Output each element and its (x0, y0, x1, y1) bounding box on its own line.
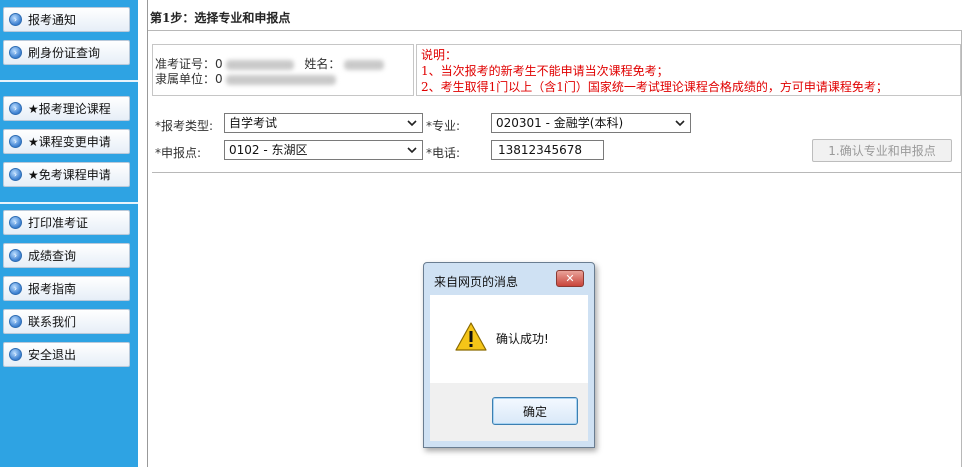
warning-icon (455, 322, 487, 351)
arrow-circle-icon: › (9, 249, 22, 262)
arrow-circle-icon: › (9, 135, 22, 148)
dialog-titlebar[interactable]: 来自网页的消息 ✕ (424, 263, 594, 295)
sidebar-separator (0, 80, 138, 82)
arrow-circle-icon: › (9, 315, 22, 328)
unit-label: 隶属单位： (155, 72, 216, 86)
arrow-circle-icon: › (9, 216, 22, 229)
sidebar-item-course-change[interactable]: › ★课程变更申请 (3, 129, 130, 154)
sidebar-item-label: 成绩查询 (28, 249, 77, 263)
phone-label: *电话: (426, 146, 461, 160)
sidebar-item-course-exemption[interactable]: › ★免考课程申请 (3, 162, 130, 187)
arrow-circle-icon: › (9, 348, 22, 361)
exam-type-select[interactable]: 自学考试 (224, 113, 423, 133)
exam-number-value: 0 (215, 57, 223, 71)
notes-box: 说明： 1、当次报考的新考生不能申请当次课程免考； 2、考生取得1门以上（含1门… (416, 44, 961, 96)
notes-line-2: 2、考生取得1门以上（含1门）国家统一考试理论课程合格成绩的，方可申请课程免考； (421, 80, 888, 94)
sidebar-item-register-courses[interactable]: › ★报考理论课程 (3, 96, 130, 121)
sidebar-item-score-query[interactable]: › 成绩查询 (3, 243, 130, 268)
arrow-circle-icon: › (9, 282, 22, 295)
arrow-circle-icon: › (9, 13, 22, 26)
sidebar-item-label: ★课程变更申请 (28, 135, 111, 149)
major-select[interactable]: 020301 - 金融学(本科) (491, 113, 691, 133)
arrow-circle-icon: › (9, 46, 22, 59)
sidebar-item-exam-guide[interactable]: › 报考指南 (3, 276, 130, 301)
arrow-circle-icon: › (9, 102, 22, 115)
chevron-down-icon (407, 120, 417, 127)
redacted-unit (226, 74, 337, 85)
page-title: 第1步：选择专业和申报点 (150, 11, 291, 25)
sidebar-item-logout[interactable]: › 安全退出 (3, 342, 130, 367)
sidebar-item-label: 报考指南 (28, 282, 77, 296)
sidebar-item-label: 联系我们 (28, 315, 77, 329)
exam-type-value: 自学考试 (229, 116, 278, 130)
notes-title: 说明： (421, 48, 458, 62)
confirm-major-site-button[interactable]: 1.确认专业和申报点 (812, 139, 952, 162)
sidebar-item-label: 刷身份证查询 (28, 46, 101, 60)
title-divider (148, 30, 962, 31)
chevron-down-icon (675, 120, 685, 127)
alert-dialog: 来自网页的消息 ✕ 确认成功! 确定 (423, 262, 595, 448)
dialog-message: 确认成功! (496, 332, 549, 346)
form-divider (152, 172, 961, 173)
major-label: *专业: (426, 119, 461, 133)
sidebar-item-contact-us[interactable]: › 联系我们 (3, 309, 130, 334)
close-button[interactable]: ✕ (556, 270, 584, 287)
exam-number-label: 准考证号： (155, 57, 216, 71)
site-label: *申报点: (155, 146, 202, 160)
redacted-exam-number (226, 59, 295, 70)
sidebar-separator (0, 202, 138, 204)
sidebar: › 报考通知 › 刷身份证查询 › ★报考理论课程 › ★课程变更申请 › ★免… (0, 0, 138, 467)
close-icon: ✕ (565, 272, 575, 285)
sidebar-item-label: ★免考课程申请 (28, 168, 111, 182)
sidebar-item-label: ★报考理论课程 (28, 102, 111, 116)
chevron-down-icon (407, 147, 417, 154)
site-select[interactable]: 0102 - 东湖区 (224, 140, 423, 160)
site-value: 0102 - 东湖区 (229, 143, 308, 157)
sidebar-item-id-card-query[interactable]: › 刷身份证查询 (3, 40, 130, 65)
sidebar-item-print-admission[interactable]: › 打印准考证 (3, 210, 130, 235)
dialog-title: 来自网页的消息 (434, 275, 519, 289)
phone-input[interactable]: 13812345678 (491, 140, 604, 160)
sidebar-item-label: 打印准考证 (28, 216, 89, 230)
unit-row: 隶属单位：0 (155, 70, 337, 87)
exam-type-label: *报考类型: (155, 119, 214, 133)
ok-button[interactable]: 确定 (492, 397, 578, 425)
arrow-circle-icon: › (9, 168, 22, 181)
name-label: 姓名： (304, 57, 341, 71)
unit-value: 0 (215, 72, 223, 86)
notes-line-1: 1、当次报考的新考生不能申请当次课程免考； (421, 64, 669, 78)
sidebar-item-label: 报考通知 (28, 13, 77, 27)
sidebar-item-label: 安全退出 (28, 348, 77, 362)
redacted-name (344, 59, 385, 70)
content-border (147, 0, 148, 467)
sidebar-item-exam-notice[interactable]: › 报考通知 (3, 7, 130, 32)
major-value: 020301 - 金融学(本科) (496, 116, 624, 130)
content-border-right (961, 30, 962, 467)
student-info-box: 准考证号：0 姓名： 隶属单位：0 (152, 44, 414, 96)
